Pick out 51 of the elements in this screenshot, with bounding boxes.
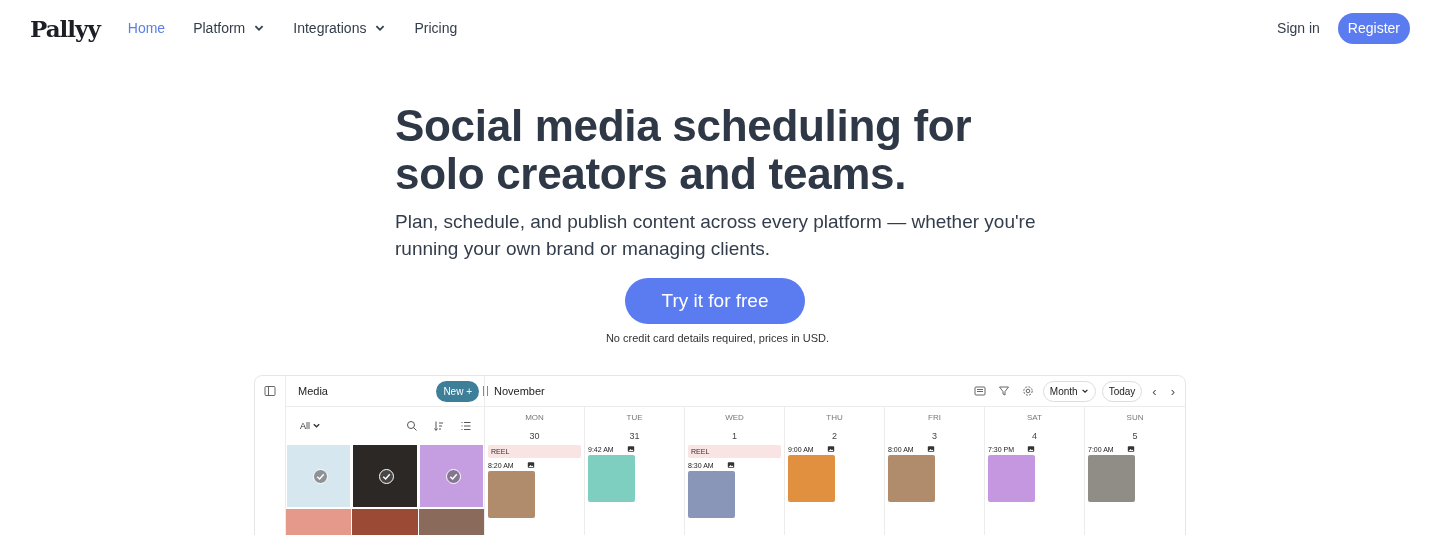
- pallyy-logo[interactable]: Pallyy: [30, 14, 100, 42]
- hero-heading: Social media scheduling for solo creators and teams.: [395, 102, 973, 198]
- date-number: 5: [1132, 431, 1138, 441]
- date-number: 3: [932, 431, 937, 441]
- next-button[interactable]: ›: [1166, 383, 1179, 399]
- nav-link[interactable]: Integrations: [293, 20, 387, 36]
- image-icon: [527, 461, 535, 469]
- pricing-note: No credit card details required, prices in USD.: [604, 332, 831, 344]
- nav-link[interactable]: Home: [127, 20, 166, 36]
- media-filter-dropdown[interactable]: All: [300, 420, 321, 431]
- image-icon: [827, 445, 835, 453]
- previous-button[interactable]: ‹: [1148, 383, 1161, 399]
- date-number: 31: [629, 431, 640, 441]
- search-icon[interactable]: [406, 419, 418, 432]
- nav-link[interactable]: Pricing: [414, 20, 458, 36]
- list-view-icon[interactable]: [973, 385, 986, 397]
- sidebar-toggle-icon[interactable]: [264, 385, 276, 397]
- register-button[interactable]: Register: [1337, 12, 1410, 44]
- media-heading: Media: [298, 385, 328, 397]
- weekday-label: THU: [826, 413, 843, 422]
- image-icon: [727, 461, 735, 469]
- settings-icon[interactable]: [1021, 385, 1034, 397]
- new-media-button[interactable]: New +: [436, 380, 479, 402]
- photo-placeholder[interactable]: [352, 444, 418, 508]
- list-icon[interactable]: [460, 419, 472, 432]
- sort-icon[interactable]: [433, 419, 445, 432]
- image-icon: [927, 445, 935, 453]
- weekday-label: WED: [725, 413, 744, 422]
- date-number: 30: [529, 431, 540, 441]
- nav-link[interactable]: Platform: [193, 20, 266, 36]
- filter-icon[interactable]: [997, 385, 1010, 397]
- view-dropdown[interactable]: Month: [1042, 380, 1096, 402]
- weekday-label: SUN: [1126, 413, 1144, 422]
- chevron-down-icon: [1080, 387, 1089, 395]
- weekday-label: SAT: [1027, 413, 1042, 422]
- date-number: 2: [832, 431, 837, 441]
- try-free-button[interactable]: Try it for free: [625, 278, 805, 324]
- weekday-label: MON: [525, 413, 544, 422]
- date-number: 4: [1032, 431, 1037, 441]
- image-icon: [1127, 445, 1135, 453]
- image-icon: [627, 445, 635, 453]
- sign-in-link[interactable]: Sign in: [1277, 20, 1320, 36]
- weekday-label: FRI: [928, 413, 941, 422]
- chevron-down-icon: [312, 421, 321, 430]
- weekday-label: TUE: [626, 413, 643, 422]
- resize-handle[interactable]: [483, 386, 488, 396]
- hero-subtitle: Plan, schedule, and publish content across every platform — whether you're running your own brand or managing clients.: [395, 210, 1037, 261]
- month-heading: November: [494, 385, 545, 397]
- today-button[interactable]: Today: [1101, 380, 1143, 402]
- image-icon: [1027, 445, 1035, 453]
- date-number: 1: [732, 431, 737, 441]
